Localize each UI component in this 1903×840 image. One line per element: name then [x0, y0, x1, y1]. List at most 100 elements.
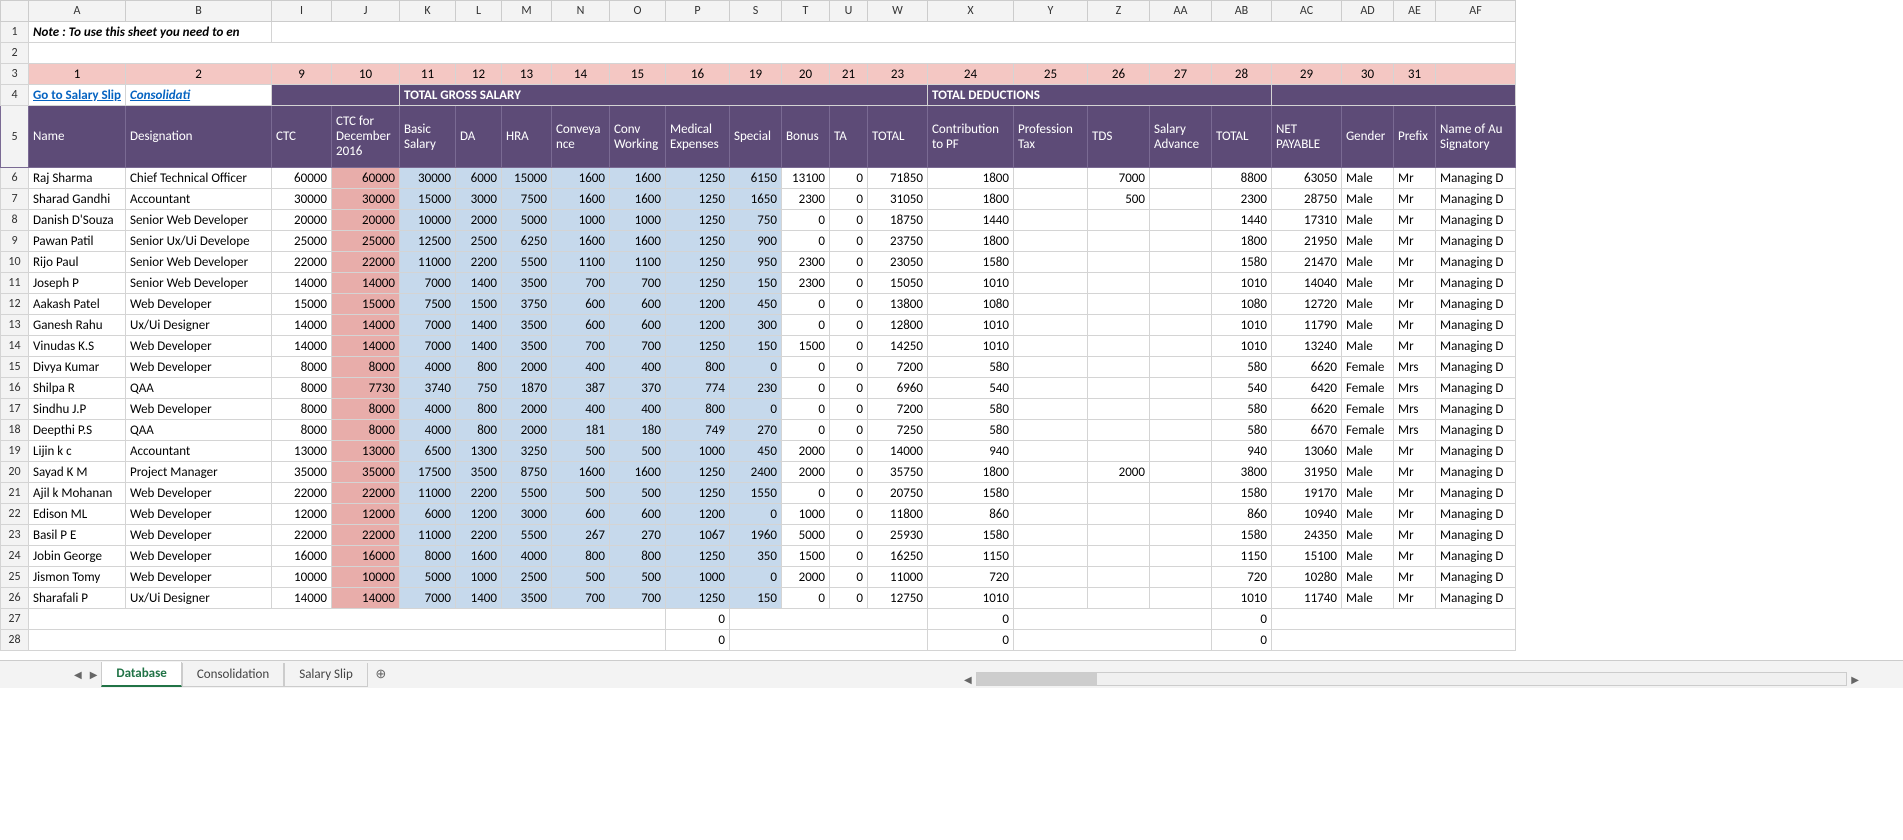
cell-ctc-month[interactable]: 14000 [331, 336, 399, 357]
cell-net[interactable]: 10280 [1271, 567, 1341, 588]
cell-convey[interactable]: 400 [551, 357, 609, 378]
cell-total-ded[interactable]: 1150 [1211, 546, 1271, 567]
cell-da[interactable]: 2000 [455, 210, 501, 231]
cell-name[interactable]: Aakash Patel [29, 294, 126, 315]
row-header[interactable]: 18 [1, 420, 29, 441]
cell-ptax[interactable] [1013, 315, 1087, 336]
cell[interactable] [1013, 609, 1211, 630]
cell-prefix[interactable]: Mr [1393, 294, 1435, 315]
cell-medical[interactable]: 0 [665, 609, 729, 630]
cell-pf[interactable]: 1010 [927, 336, 1013, 357]
cell-special[interactable]: 350 [729, 546, 781, 567]
row-header[interactable]: 8 [1, 210, 29, 231]
cell-convey[interactable]: 1600 [551, 168, 609, 189]
cell-net[interactable]: 19170 [1271, 483, 1341, 504]
cell[interactable]: 24 [927, 64, 1013, 85]
cell-total-ded[interactable]: 1800 [1211, 231, 1271, 252]
cell[interactable]: 25 [1013, 64, 1087, 85]
cell-prefix[interactable]: Mrs [1393, 399, 1435, 420]
cell[interactable]: 23 [867, 64, 927, 85]
cell-pf[interactable]: 1010 [927, 588, 1013, 609]
cell-total-gross[interactable]: 12750 [867, 588, 927, 609]
cell-convey[interactable]: 267 [551, 525, 609, 546]
col-header[interactable]: U [829, 1, 867, 22]
cell-ta[interactable]: 0 [829, 399, 867, 420]
scroll-thumb[interactable] [977, 673, 1097, 685]
cell-ctc[interactable]: 14000 [271, 336, 331, 357]
cell-gender[interactable]: Female [1341, 357, 1393, 378]
col-header[interactable]: T [781, 1, 829, 22]
cell-net[interactable]: 21470 [1271, 252, 1341, 273]
cell-prefix[interactable]: Mr [1393, 588, 1435, 609]
cell-designation[interactable]: Web Developer [125, 504, 271, 525]
cell-signatory[interactable]: Managing D [1435, 336, 1515, 357]
cell-da[interactable]: 2200 [455, 252, 501, 273]
cell-tds[interactable]: 2000 [1087, 462, 1149, 483]
cell-bonus[interactable]: 1500 [781, 546, 829, 567]
cell-ctc[interactable]: 8000 [271, 378, 331, 399]
cell-ptax[interactable] [1013, 252, 1087, 273]
cell-net[interactable]: 10940 [1271, 504, 1341, 525]
cell-advance[interactable] [1149, 483, 1211, 504]
cell-advance[interactable] [1149, 252, 1211, 273]
cell-ctc[interactable]: 10000 [271, 567, 331, 588]
cell-signatory[interactable]: Managing D [1435, 546, 1515, 567]
cell-gender[interactable]: Male [1341, 315, 1393, 336]
cell-convwork[interactable]: 1600 [609, 189, 665, 210]
cell-advance[interactable] [1149, 525, 1211, 546]
cell-signatory[interactable]: Managing D [1435, 441, 1515, 462]
cell[interactable]: 30 [1341, 64, 1393, 85]
cell-basic[interactable]: 7000 [399, 588, 455, 609]
cell-designation[interactable]: QAA [125, 420, 271, 441]
cell-convwork[interactable]: 1000 [609, 210, 665, 231]
cell-hra[interactable]: 3500 [501, 588, 551, 609]
cell-total-ded[interactable]: 580 [1211, 420, 1271, 441]
cell-prefix[interactable]: Mr [1393, 336, 1435, 357]
cell-tds[interactable] [1087, 567, 1149, 588]
cell-basic[interactable]: 4000 [399, 399, 455, 420]
cell-basic[interactable]: 3740 [399, 378, 455, 399]
cell-da[interactable]: 2200 [455, 525, 501, 546]
cell-ctc-month[interactable]: 22000 [331, 525, 399, 546]
cell[interactable]: 1 [29, 64, 126, 85]
cell-da[interactable]: 800 [455, 357, 501, 378]
cell-prefix[interactable]: Mr [1393, 504, 1435, 525]
col-header[interactable]: A [29, 1, 126, 22]
cell-convwork[interactable]: 1600 [609, 231, 665, 252]
cell-special[interactable]: 150 [729, 273, 781, 294]
cell-special[interactable]: 1550 [729, 483, 781, 504]
col-header[interactable]: Y [1013, 1, 1087, 22]
cell-convey[interactable]: 500 [551, 567, 609, 588]
cell-da[interactable]: 1400 [455, 315, 501, 336]
cell-da[interactable]: 1200 [455, 504, 501, 525]
tab-salary-slip[interactable]: Salary Slip [284, 663, 368, 687]
cell-tds[interactable] [1087, 210, 1149, 231]
cell-designation[interactable]: Accountant [125, 441, 271, 462]
cell-bonus[interactable]: 2300 [781, 273, 829, 294]
cell-bonus[interactable]: 0 [781, 420, 829, 441]
cell-designation[interactable]: Web Developer [125, 546, 271, 567]
col-header[interactable]: AD [1341, 1, 1393, 22]
cell[interactable]: 31 [1393, 64, 1435, 85]
row-header[interactable]: 13 [1, 315, 29, 336]
cell-total-gross[interactable]: 71850 [867, 168, 927, 189]
cell-da[interactable]: 1400 [455, 336, 501, 357]
cell-signatory[interactable]: Managing D [1435, 567, 1515, 588]
cell-ctc-month[interactable]: 22000 [331, 252, 399, 273]
cell-ctc-month[interactable]: 14000 [331, 273, 399, 294]
cell-convey[interactable]: 600 [551, 504, 609, 525]
cell-medical[interactable]: 1200 [665, 504, 729, 525]
cell-ptax[interactable] [1013, 588, 1087, 609]
cell-ctc[interactable]: 8000 [271, 420, 331, 441]
col-header[interactable]: M [501, 1, 551, 22]
cell-pf[interactable]: 1800 [927, 462, 1013, 483]
cell-ta[interactable]: 0 [829, 504, 867, 525]
cell-gender[interactable]: Male [1341, 441, 1393, 462]
tab-consolidation[interactable]: Consolidation [182, 663, 284, 687]
cell-ptax[interactable] [1013, 420, 1087, 441]
cell-ctc[interactable]: 20000 [271, 210, 331, 231]
cell-pf[interactable]: 940 [927, 441, 1013, 462]
cell-name[interactable]: Sindhu J.P [29, 399, 126, 420]
cell-advance[interactable] [1149, 294, 1211, 315]
cell-total-ded[interactable]: 1080 [1211, 294, 1271, 315]
